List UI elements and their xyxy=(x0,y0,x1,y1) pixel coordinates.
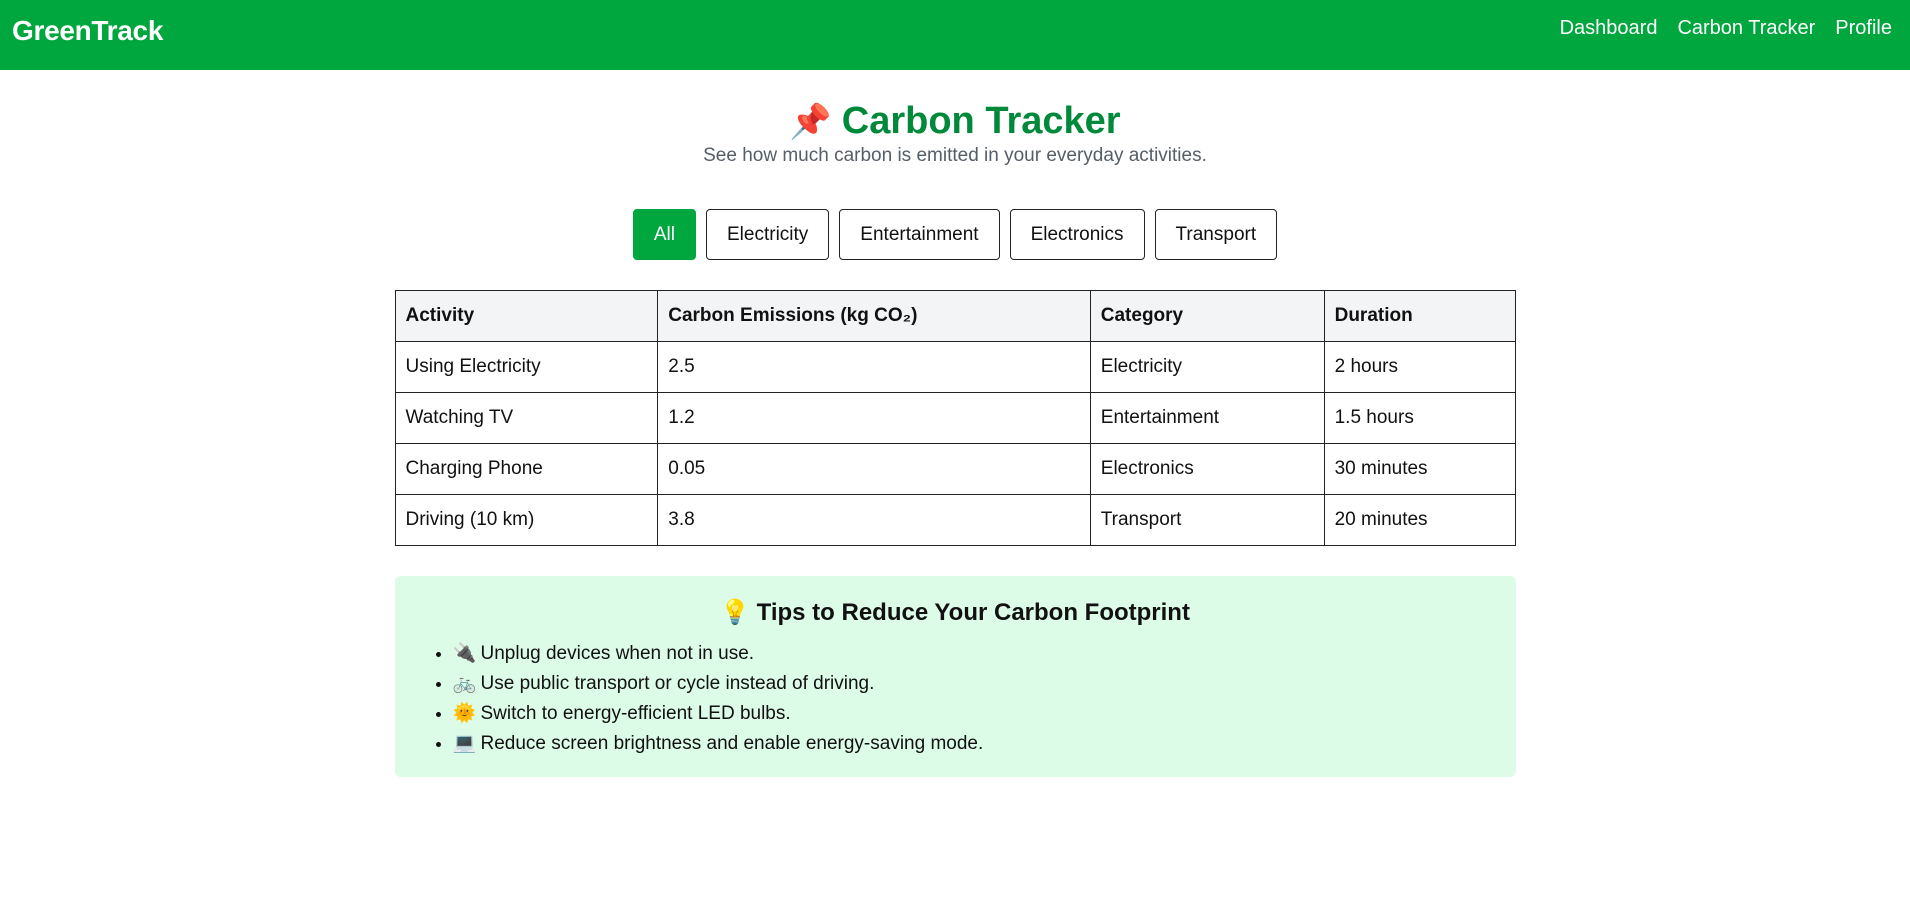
filter-electronics-button[interactable]: Electronics xyxy=(1009,209,1145,260)
filter-entertainment-button[interactable]: Entertainment xyxy=(839,209,1000,260)
activity-cell: Charging Phone xyxy=(394,443,659,495)
page-title-text: Carbon Tracker xyxy=(841,100,1121,142)
emissions-cell: 2.5 xyxy=(657,341,1091,393)
tips-title-text: Tips to Reduce Your Carbon Footprint xyxy=(756,599,1190,626)
brand-logo[interactable]: GreenTrack xyxy=(12,15,163,47)
category-filter-bar: All Electricity Entertainment Electronic… xyxy=(0,209,1910,260)
tips-list: 🔌Unplug devices when not in use. 🚲Use pu… xyxy=(395,639,1516,759)
nav-link-dashboard[interactable]: Dashboard xyxy=(1560,17,1658,40)
activity-table: Activity Carbon Emissions (kg CO₂) Categ… xyxy=(394,290,1516,546)
category-cell: Transport xyxy=(1089,494,1325,546)
nav-link-profile[interactable]: Profile xyxy=(1835,17,1892,40)
nav-links: Dashboard Carbon Tracker Profile xyxy=(1560,17,1892,40)
column-header-duration: Duration xyxy=(1323,290,1516,342)
tip-text: Unplug devices when not in use. xyxy=(480,643,755,664)
list-item: 💻Reduce screen brightness and enable ene… xyxy=(453,729,1516,759)
emissions-cell: 0.05 xyxy=(657,443,1091,495)
table-row: Using Electricity 2.5 Electricity 2 hour… xyxy=(394,341,1516,393)
category-cell: Electricity xyxy=(1089,341,1325,393)
duration-cell: 2 hours xyxy=(1323,341,1516,393)
page-subtitle: See how much carbon is emitted in your e… xyxy=(703,145,1207,166)
duration-cell: 30 minutes xyxy=(1323,443,1516,495)
list-item: 🔌Unplug devices when not in use. xyxy=(453,639,1516,669)
tips-panel: 💡 Tips to Reduce Your Carbon Footprint 🔌… xyxy=(394,576,1516,777)
duration-cell: 1.5 hours xyxy=(1323,392,1516,444)
tip-text: Reduce screen brightness and enable ener… xyxy=(480,733,984,754)
table-row: Watching TV 1.2 Entertainment 1.5 hours xyxy=(394,392,1516,444)
activity-cell: Driving (10 km) xyxy=(394,494,659,546)
table-header-row: Activity Carbon Emissions (kg CO₂) Categ… xyxy=(394,290,1516,342)
filter-transport-button[interactable]: Transport xyxy=(1154,209,1278,260)
list-item: 🚲Use public transport or cycle instead o… xyxy=(453,669,1516,699)
activity-cell: Using Electricity xyxy=(394,341,659,393)
column-header-category: Category xyxy=(1089,290,1325,342)
tip-text: Use public transport or cycle instead of… xyxy=(480,673,875,694)
pushpin-icon: 📌 xyxy=(789,103,832,141)
lightbulb-icon: 💡 xyxy=(720,599,750,626)
tip-text: Switch to energy-efficient LED bulbs. xyxy=(480,703,791,724)
top-navbar: GreenTrack Dashboard Carbon Tracker Prof… xyxy=(0,0,1910,70)
page-title: 📌 Carbon Tracker xyxy=(0,100,1910,143)
table-row: Driving (10 km) 3.8 Transport 20 minutes xyxy=(394,494,1516,546)
filter-electricity-button[interactable]: Electricity xyxy=(706,209,830,260)
list-item: 🌞Switch to energy-efficient LED bulbs. xyxy=(453,699,1516,729)
sun-icon: 🌞 xyxy=(452,703,477,724)
column-header-activity: Activity xyxy=(394,290,659,342)
emissions-cell: 3.8 xyxy=(657,494,1091,546)
nav-link-carbon-tracker[interactable]: Carbon Tracker xyxy=(1677,17,1815,40)
plug-icon: 🔌 xyxy=(452,643,477,664)
bicycle-icon: 🚲 xyxy=(452,673,477,694)
table-row: Charging Phone 0.05 Electronics 30 minut… xyxy=(394,443,1516,495)
duration-cell: 20 minutes xyxy=(1323,494,1516,546)
category-cell: Electronics xyxy=(1089,443,1325,495)
tips-title: 💡 Tips to Reduce Your Carbon Footprint xyxy=(395,598,1516,627)
filter-all-button[interactable]: All xyxy=(632,209,696,260)
category-cell: Entertainment xyxy=(1089,392,1325,444)
activity-cell: Watching TV xyxy=(394,392,659,444)
column-header-carbon-emissions: Carbon Emissions (kg CO₂) xyxy=(657,290,1091,342)
emissions-cell: 1.2 xyxy=(657,392,1091,444)
laptop-icon: 💻 xyxy=(452,733,477,754)
